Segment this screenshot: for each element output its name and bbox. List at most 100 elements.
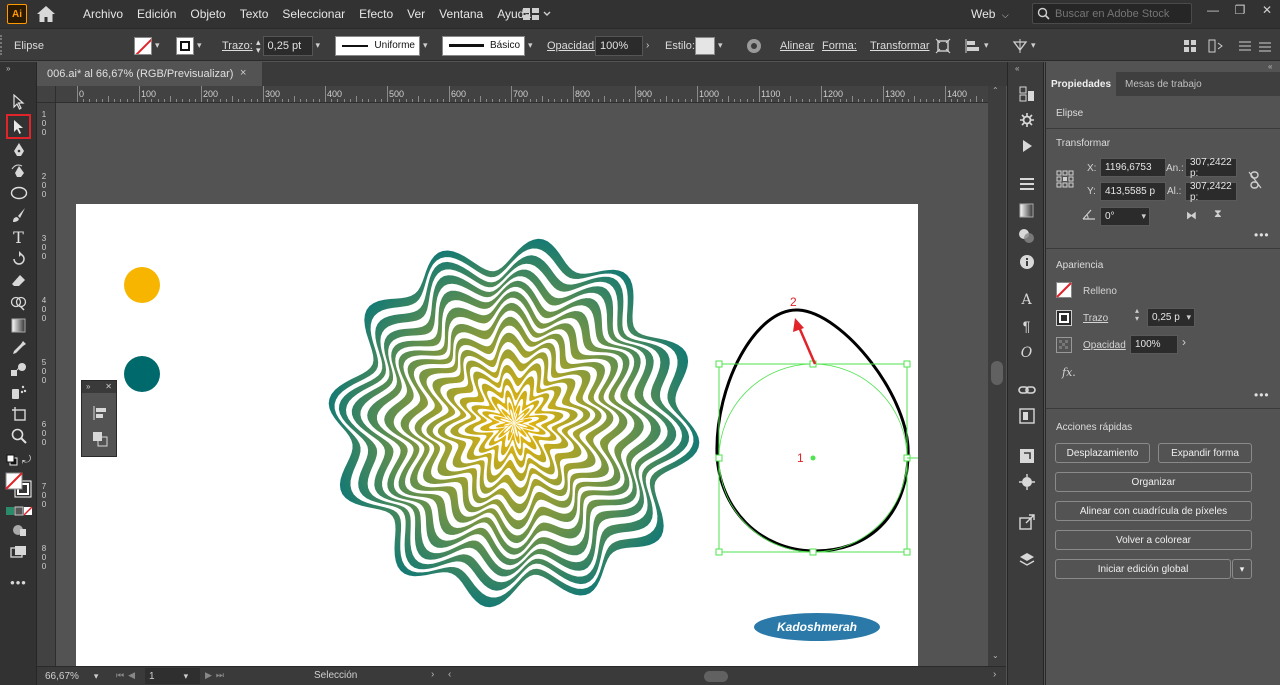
opacity-label[interactable]: Opacidad: <box>547 29 597 62</box>
document-tab[interactable]: 006.ai* al 66,67% (RGB/Previsualizar) × <box>37 62 262 86</box>
brush-definition[interactable]: Básico ▾ <box>442 29 536 62</box>
chevron-down-icon[interactable]: ▾ <box>981 40 992 51</box>
menu-edicion[interactable]: Edición <box>130 7 183 21</box>
expand-icon[interactable]: » <box>86 381 90 393</box>
canvas[interactable]: 2 1 Kadoshmerah » ✕ <box>56 103 988 666</box>
menu-seleccionar[interactable]: Seleccionar <box>275 7 352 21</box>
scroll-up-icon[interactable]: ⌃ <box>992 86 999 95</box>
stroke-weight-field[interactable]: 0,25 pt <box>262 35 313 56</box>
puppet-warp-icon[interactable] <box>1016 110 1037 130</box>
artboard-tool-icon[interactable] <box>8 404 29 424</box>
align-pixel-grid-button[interactable]: Alinear con cuadrícula de píxeles <box>1055 501 1252 521</box>
wavy-flower-artwork[interactable] <box>328 238 700 608</box>
y-field[interactable]: 413,5585 p <box>1100 182 1166 201</box>
chevron-down-icon[interactable]: ▾ <box>152 40 163 51</box>
reference-point-icon[interactable] <box>1056 170 1074 191</box>
swap-colors-icon[interactable]: ⤾ <box>22 454 31 467</box>
fill-control[interactable]: ▾ <box>134 29 163 62</box>
minimize-button[interactable]: — <box>1202 2 1224 20</box>
ellipse-tool-icon[interactable] <box>8 183 29 203</box>
panel-grid-icon[interactable] <box>1183 29 1197 62</box>
fill-none-swatch[interactable] <box>134 36 152 55</box>
eyedropper-tool-icon[interactable] <box>8 338 29 358</box>
recolor-button[interactable]: Volver a colorear <box>1055 530 1252 550</box>
stepper-icon[interactable]: ▴ ▾ <box>1135 307 1139 323</box>
links-panel-icon[interactable] <box>1016 380 1037 400</box>
scroll-thumb[interactable] <box>991 361 1003 385</box>
rotate-angle-field[interactable]: 0° ▾ <box>1100 207 1150 226</box>
chevron-down-icon[interactable]: ▾ <box>194 40 205 51</box>
scroll-left-icon[interactable]: ‹ <box>448 669 451 680</box>
constrain-proportions-icon[interactable] <box>1248 171 1262 192</box>
align-panel-icon[interactable] <box>92 405 108 424</box>
menu-efecto[interactable]: Efecto <box>352 7 400 21</box>
blend-tool-icon[interactable] <box>8 360 29 380</box>
stroke-swatch[interactable] <box>176 36 194 55</box>
align-objects-icon[interactable]: ▾ <box>965 29 992 62</box>
collapse-panel-icon[interactable]: « <box>1268 62 1272 71</box>
opentype-panel-icon[interactable]: O <box>1016 343 1037 363</box>
ruler-origin[interactable] <box>37 86 56 103</box>
isolate-icon[interactable] <box>935 29 951 62</box>
control-bar-menu-icon[interactable] <box>1258 29 1272 62</box>
shape-link[interactable]: Forma: <box>822 29 857 62</box>
fill-swatch[interactable] <box>1056 282 1072 301</box>
egg-shape-path[interactable] <box>715 308 910 553</box>
teal-circle[interactable] <box>124 356 160 392</box>
close-icon[interactable]: ✕ <box>105 381 112 393</box>
flip-vertical-icon[interactable]: ⧗ <box>1214 208 1222 221</box>
chevron-down-icon[interactable]: ▾ <box>715 40 726 51</box>
stroke-weight-control[interactable]: ▴ ▾ 0,25 pt ▾ <box>256 29 323 62</box>
pen-tool-icon[interactable] <box>8 140 29 160</box>
color-mode-icons[interactable] <box>5 506 33 519</box>
zoom-control[interactable]: 66,67% ▾ <box>40 668 108 684</box>
direct-selection-tool-icon[interactable] <box>6 114 31 139</box>
curvature-tool-icon[interactable] <box>8 161 29 181</box>
scroll-down-icon[interactable]: ⌄ <box>992 651 999 660</box>
arrange-icon[interactable] <box>1208 29 1224 62</box>
stroke-label[interactable]: Trazo: <box>222 29 253 62</box>
chevron-down-icon[interactable]: ▾ <box>525 40 536 51</box>
asset-export-icon[interactable] <box>1016 446 1037 466</box>
scroll-right-icon[interactable]: › <box>993 669 996 680</box>
maximize-button[interactable]: ❐ <box>1229 2 1251 20</box>
symbols-panel-icon[interactable] <box>1016 472 1037 492</box>
horizontal-scroll-thumb[interactable] <box>704 671 728 682</box>
close-window-button[interactable]: ✕ <box>1256 2 1278 20</box>
artboard-next-buttons[interactable]: ▶⏭ <box>205 670 228 681</box>
opacity-swatch[interactable] <box>1056 337 1072 356</box>
transform-link[interactable]: Transformar <box>870 29 930 62</box>
stroke-label[interactable]: Trazo <box>1083 313 1108 324</box>
pathfinder-panel-icon[interactable] <box>92 431 108 450</box>
variable-width-profile[interactable]: Uniforme ▾ <box>335 29 431 62</box>
graphic-style-swatch[interactable] <box>695 36 715 55</box>
menu-ver[interactable]: Ver <box>400 7 432 21</box>
paragraph-panel-icon[interactable]: ¶ <box>1016 316 1037 336</box>
chevron-down-icon[interactable]: ▾ <box>1028 40 1039 51</box>
character-panel-icon[interactable]: A <box>1016 290 1037 310</box>
zoom-tool-icon[interactable] <box>8 426 29 446</box>
artboards-panel-icon[interactable] <box>1016 84 1037 104</box>
fill-stroke-indicator[interactable] <box>5 472 33 501</box>
collapse-icon[interactable]: « <box>1015 64 1019 73</box>
libraries-panel-icon[interactable] <box>1016 406 1037 426</box>
flip-horizontal-icon[interactable]: ⧓ <box>1186 209 1197 222</box>
home-icon[interactable] <box>36 5 56 23</box>
draw-mode-icon[interactable] <box>8 520 29 540</box>
eraser-tool-icon[interactable] <box>8 271 29 291</box>
stroke-panel-icon[interactable] <box>1016 174 1037 194</box>
rotate-tool-icon[interactable] <box>8 249 29 269</box>
arrange-button[interactable]: Organizar <box>1055 472 1252 492</box>
control-bar-grip[interactable] <box>0 35 4 55</box>
vertical-scrollbar[interactable]: ⌃ ⌄ <box>988 86 1006 666</box>
search-input[interactable] <box>1055 6 1190 22</box>
width-field[interactable]: 307,2422 p: <box>1185 157 1237 179</box>
chevron-right-icon[interactable]: › <box>643 40 652 51</box>
layers-panel-icon[interactable] <box>1016 550 1037 570</box>
distribute-icon[interactable]: ▾ <box>1012 29 1039 62</box>
style-control[interactable]: ▾ <box>695 29 726 62</box>
artboard[interactable]: 2 1 Kadoshmerah <box>76 204 927 666</box>
close-icon[interactable]: × <box>240 67 246 79</box>
opacity-label[interactable]: Opacidad <box>1083 340 1126 351</box>
chevron-down-icon[interactable]: ▾ <box>1183 312 1194 323</box>
